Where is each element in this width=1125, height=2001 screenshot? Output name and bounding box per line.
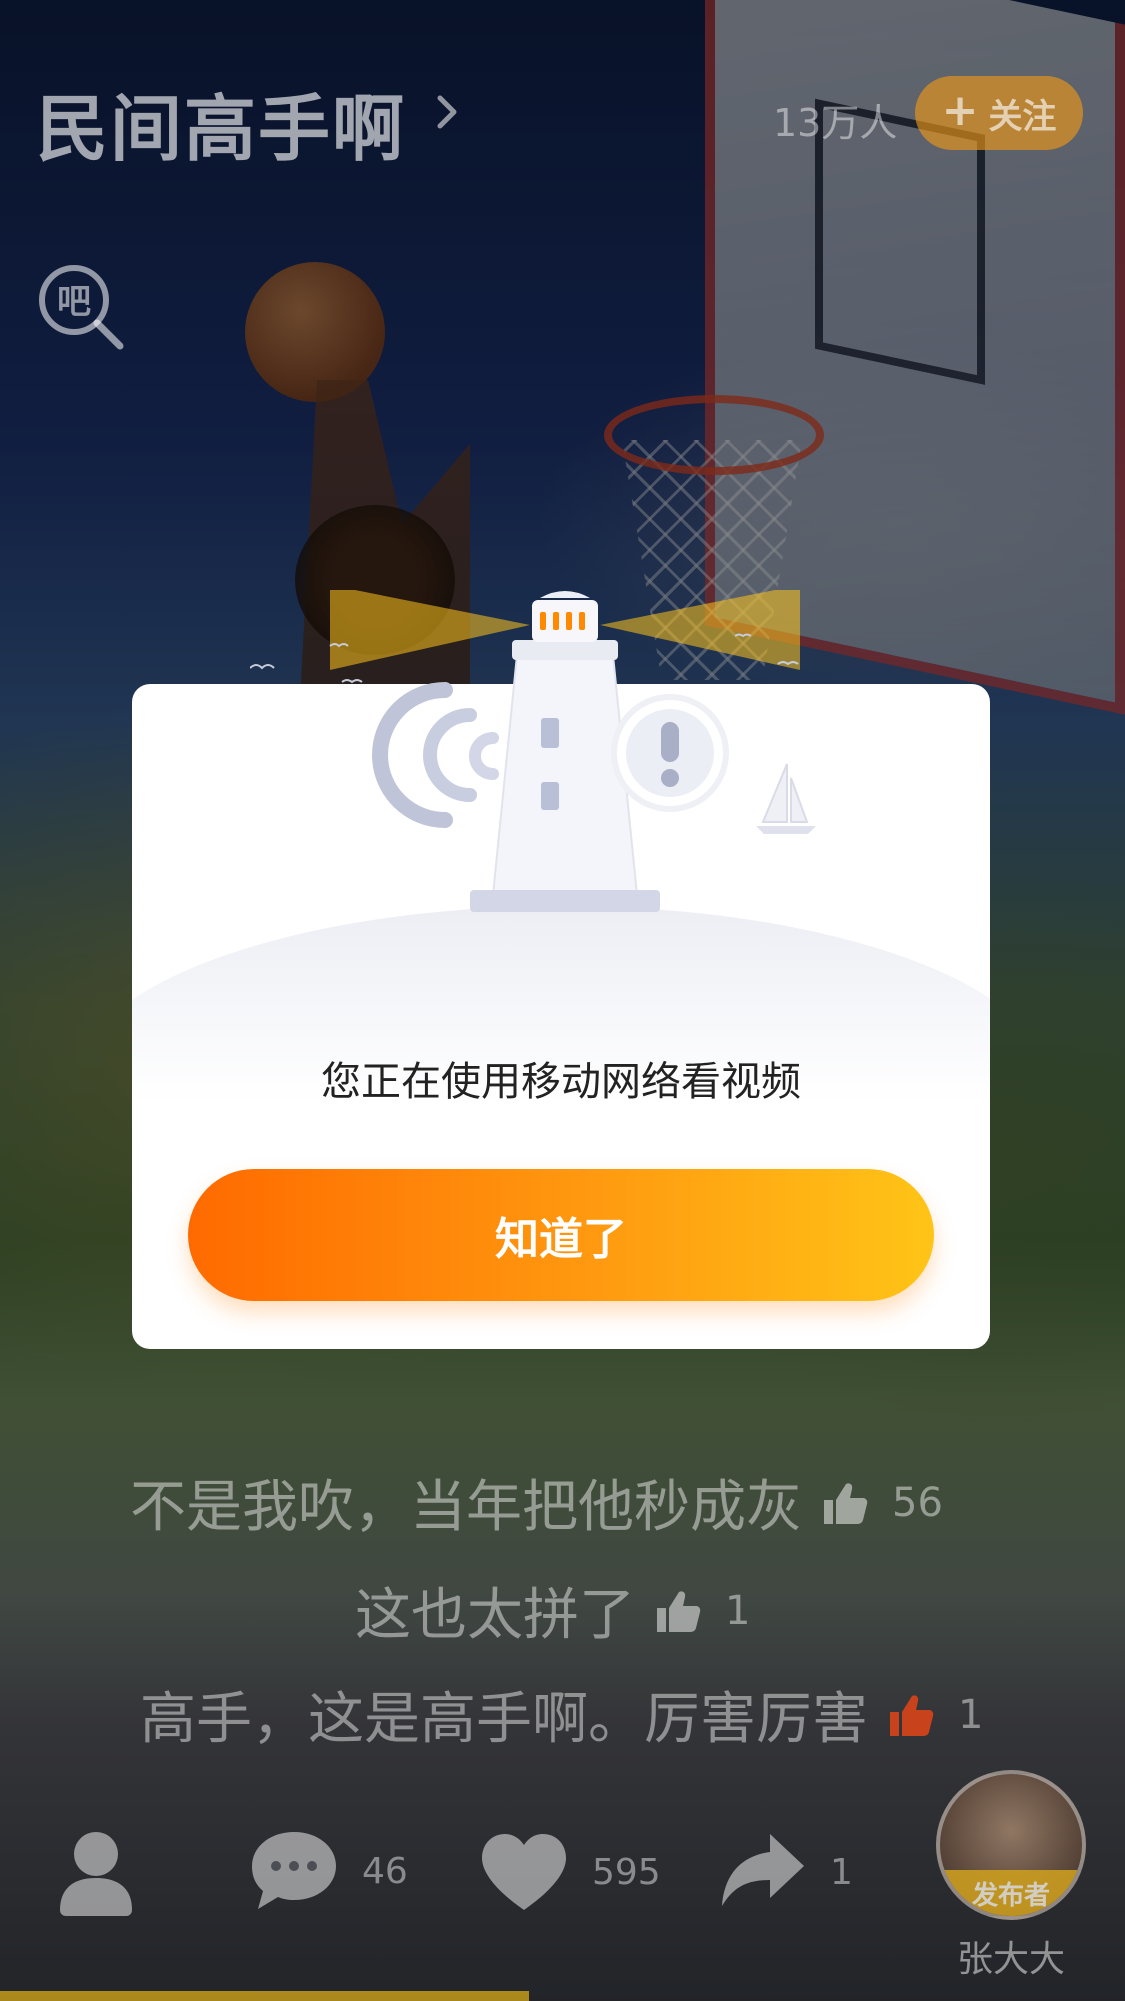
comment-like-count: 1 xyxy=(958,1691,984,1738)
publisher-badge: 发布者 xyxy=(940,1870,1082,1916)
comment-like-count: 56 xyxy=(892,1479,943,1526)
shares-count: 1 xyxy=(830,1851,853,1893)
danmaku-comment: 不是我吹，当年把他秒成灰 56 xyxy=(130,1462,943,1543)
heart-icon xyxy=(482,1834,566,1910)
comment-text: 不是我吹，当年把他秒成灰 xyxy=(130,1475,802,1540)
comment-like-count: 1 xyxy=(725,1587,751,1634)
share-arrow-icon xyxy=(722,1834,804,1906)
member-count: 13万人 xyxy=(773,101,898,145)
follow-label: 关注 xyxy=(988,96,1057,137)
thumbs-up-icon[interactable] xyxy=(820,1478,870,1528)
user-icon xyxy=(60,1832,132,1916)
profile-button[interactable] xyxy=(56,1830,136,1918)
danmaku-comment: 这也太拼了 1 xyxy=(355,1570,750,1651)
tieba-search-icon[interactable]: 吧 xyxy=(36,262,126,352)
got-it-button[interactable]: 知道了 xyxy=(188,1169,934,1301)
likes-count: 595 xyxy=(592,1851,661,1893)
share-button[interactable]: 1 xyxy=(718,1830,853,1914)
like-button[interactable]: 595 xyxy=(478,1830,661,1914)
tieba-icon-text: 吧 xyxy=(57,282,91,322)
thumbs-up-icon[interactable] xyxy=(653,1586,703,1636)
forum-title[interactable]: 民间高手啊 xyxy=(36,70,406,175)
danmaku-comment: 高手，这是高手啊。厉害厉害 1 xyxy=(140,1674,983,1755)
comment-bubble-icon xyxy=(252,1832,336,1909)
comments-count: 46 xyxy=(362,1850,408,1892)
comment-text: 高手，这是高手啊。厉害厉害 xyxy=(140,1687,868,1752)
comments-button[interactable]: 46 xyxy=(248,1828,408,1914)
lighthouse-illustration xyxy=(250,590,816,912)
follow-button[interactable]: + 关注 xyxy=(915,76,1083,150)
plus-icon: + xyxy=(941,85,979,136)
publisher-name[interactable]: 张大大 xyxy=(936,1930,1086,1982)
publisher-avatar[interactable]: 发布者 xyxy=(936,1770,1086,1920)
thumbs-up-icon[interactable] xyxy=(886,1690,936,1740)
comment-text: 这也太拼了 xyxy=(355,1583,635,1648)
video-progress-bar[interactable] xyxy=(0,1991,529,2001)
dialog-message: 您正在使用移动网络看视频 xyxy=(321,1059,801,1105)
chevron-right-icon[interactable] xyxy=(428,92,468,132)
